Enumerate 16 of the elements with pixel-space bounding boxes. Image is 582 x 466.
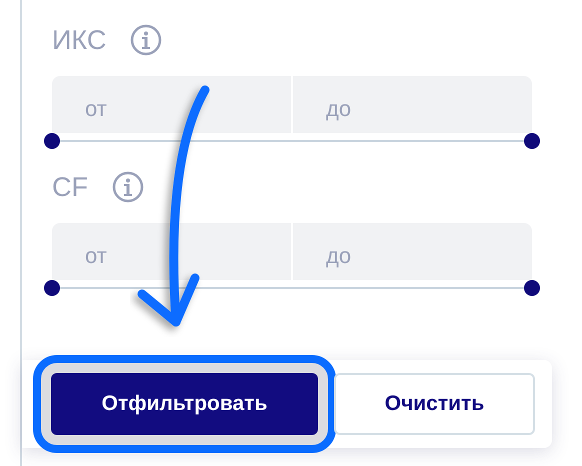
filter-label: CF <box>52 172 88 202</box>
slider-handle[interactable] <box>524 280 540 296</box>
to-field[interactable]: до <box>293 223 532 280</box>
info-icon[interactable] <box>130 24 162 56</box>
range-slider[interactable] <box>44 280 540 296</box>
from-field[interactable]: от <box>52 223 291 280</box>
filter-label: ИКС <box>52 24 106 56</box>
filter-button[interactable]: Отфильтровать <box>51 373 318 435</box>
slider-handle[interactable] <box>524 133 540 149</box>
slider-handle[interactable] <box>44 133 60 149</box>
to-field[interactable]: до <box>293 76 532 133</box>
from-field[interactable]: от <box>52 76 291 133</box>
slider-handle[interactable] <box>44 280 60 296</box>
clear-button[interactable]: Очистить <box>334 373 535 435</box>
range-slider[interactable] <box>44 133 540 149</box>
info-icon[interactable] <box>112 171 144 203</box>
